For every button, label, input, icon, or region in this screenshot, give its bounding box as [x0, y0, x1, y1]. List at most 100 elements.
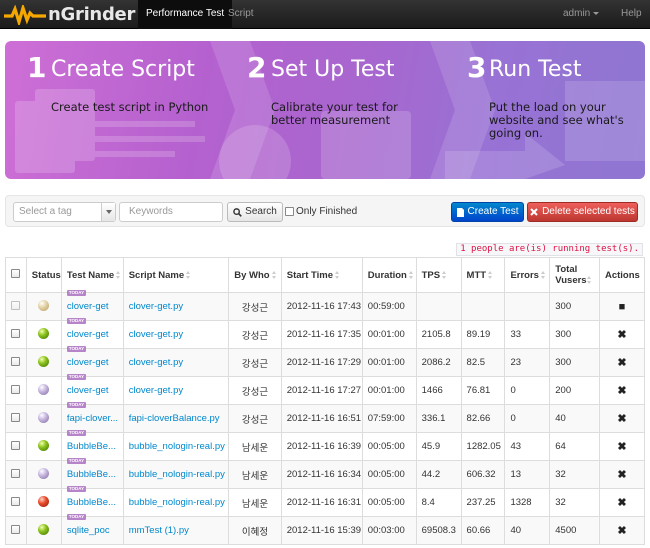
delete-test-button[interactable]: ✖: [617, 357, 626, 369]
tag-select[interactable]: Select a tag: [13, 202, 116, 222]
row-checkbox[interactable]: [11, 496, 21, 506]
test-name-cell[interactable]: TODAY BubbleBe...: [60, 458, 124, 489]
table-row[interactable]: TODAY sqlite_poc mmTest (1).py 이혜정 2012-11-1…: [5, 514, 646, 545]
delete-selected-button[interactable]: Delete selected tests: [527, 202, 638, 222]
row-checkbox[interactable]: [11, 356, 21, 366]
col-start-time[interactable]: Start Time: [280, 257, 363, 293]
status-error-icon[interactable]: [38, 495, 50, 507]
status-finished-icon[interactable]: [38, 523, 50, 535]
test-name-cell[interactable]: TODAY clover-get: [60, 290, 124, 321]
sort-icon[interactable]: [540, 270, 546, 279]
row-checkbox[interactable]: [11, 468, 21, 478]
script-name-cell[interactable]: clover-get.py: [122, 348, 230, 377]
row-select-cell[interactable]: [5, 488, 27, 517]
status-finished-icon[interactable]: [38, 327, 50, 339]
row-select-cell[interactable]: [5, 404, 27, 433]
sort-icon[interactable]: [271, 270, 277, 279]
row-checkbox[interactable]: [11, 300, 21, 310]
row-checkbox[interactable]: [11, 440, 21, 450]
test-name-cell[interactable]: TODAY BubbleBe...: [60, 430, 124, 461]
test-name-link[interactable]: fapi-clover...: [67, 413, 118, 424]
script-name-cell[interactable]: bubble_nologin-real.py: [122, 460, 230, 489]
script-name-link[interactable]: clover-get.py: [129, 385, 183, 396]
script-name-cell[interactable]: clover-get.py: [122, 292, 230, 321]
script-name-cell[interactable]: clover-get.py: [122, 376, 230, 405]
script-name-cell[interactable]: bubble_nologin-real.py: [122, 432, 230, 461]
col-script-name[interactable]: Script Name: [122, 257, 230, 293]
select-all-checkbox[interactable]: [11, 269, 21, 278]
col-duration[interactable]: Duration: [361, 257, 417, 293]
delete-test-button[interactable]: ✖: [617, 413, 626, 425]
status-finished-icon[interactable]: [38, 439, 50, 451]
script-name-link[interactable]: clover-get.py: [129, 329, 183, 340]
status-finished-icon[interactable]: [38, 355, 50, 367]
table-row[interactable]: TODAY clover-get clover-get.py 강성근 2012-11-1…: [5, 346, 646, 377]
status-canceled-icon[interactable]: [38, 467, 50, 479]
row-select-cell[interactable]: [5, 348, 27, 377]
sort-icon[interactable]: [186, 270, 191, 279]
brand-logo[interactable]: nGrinder: [4, 3, 135, 26]
test-name-cell[interactable]: TODAY BubbleBe...: [60, 486, 124, 517]
sort-icon[interactable]: [442, 270, 447, 279]
row-checkbox[interactable]: [11, 384, 21, 394]
col-tps[interactable]: TPS: [415, 257, 462, 293]
row-select-cell[interactable]: [5, 292, 27, 321]
test-name-link[interactable]: BubbleBe...: [67, 441, 116, 452]
test-name-cell[interactable]: TODAY clover-get: [60, 318, 124, 349]
delete-test-button[interactable]: ✖: [617, 329, 626, 341]
user-menu[interactable]: admin: [563, 0, 600, 29]
test-name-link[interactable]: clover-get: [67, 329, 109, 340]
col-errors[interactable]: Errors: [504, 257, 551, 293]
test-name-link[interactable]: sqlite_poc: [67, 525, 110, 536]
col-mtt[interactable]: MTT: [460, 257, 506, 293]
script-name-cell[interactable]: fapi-cloverBalance.py: [122, 404, 230, 433]
nav-help[interactable]: Help: [621, 0, 642, 29]
test-name-cell[interactable]: TODAY clover-get: [60, 346, 124, 377]
nav-performance-test[interactable]: Performance Test: [138, 0, 233, 29]
sort-icon[interactable]: [587, 276, 592, 285]
row-select-cell[interactable]: [5, 320, 27, 349]
table-row[interactable]: TODAY BubbleBe... bubble_nologin-real.py 남세…: [5, 486, 646, 517]
sort-icon[interactable]: [116, 270, 121, 279]
table-row[interactable]: TODAY clover-get clover-get.py 강성근 2012-11-1…: [5, 290, 646, 321]
delete-test-button[interactable]: ✖: [617, 525, 626, 537]
row-checkbox[interactable]: [11, 524, 21, 534]
only-finished-filter[interactable]: Only Finished: [285, 206, 357, 217]
status-canceled-icon[interactable]: [38, 411, 50, 423]
row-select-cell[interactable]: [5, 460, 27, 489]
script-name-link[interactable]: clover-get.py: [129, 357, 183, 368]
test-name-link[interactable]: clover-get: [67, 357, 109, 368]
chevron-down-icon[interactable]: [101, 203, 115, 221]
status-ready-icon[interactable]: [38, 299, 50, 311]
table-row[interactable]: TODAY clover-get clover-get.py 강성근 2012-11-1…: [5, 318, 646, 349]
keywords-input[interactable]: Keywords: [119, 202, 223, 222]
script-name-link[interactable]: clover-get.py: [129, 301, 183, 312]
select-all-header[interactable]: [5, 257, 27, 293]
script-name-link[interactable]: fapi-cloverBalance.py: [129, 413, 220, 424]
test-name-cell[interactable]: TODAY sqlite_poc: [60, 514, 124, 545]
row-checkbox[interactable]: [11, 328, 21, 338]
test-name-link[interactable]: clover-get: [67, 385, 109, 396]
script-name-link[interactable]: mmTest (1).py: [129, 525, 189, 536]
script-name-link[interactable]: bubble_nologin-real.py: [129, 441, 225, 452]
delete-test-button[interactable]: ✖: [617, 497, 626, 509]
sort-icon[interactable]: [335, 270, 340, 279]
nav-script[interactable]: Script: [228, 0, 254, 29]
table-row[interactable]: TODAY BubbleBe... bubble_nologin-real.py 남세…: [5, 430, 646, 461]
create-test-button[interactable]: Create Test: [451, 202, 524, 222]
delete-test-button[interactable]: ✖: [617, 469, 626, 481]
search-button[interactable]: Search: [227, 202, 283, 222]
test-name-link[interactable]: clover-get: [67, 301, 109, 312]
col-total-vusers[interactable]: Total Vusers: [549, 257, 600, 293]
row-select-cell[interactable]: [5, 376, 27, 405]
sort-icon[interactable]: [488, 270, 493, 279]
col-by-who[interactable]: By Who: [228, 257, 282, 293]
status-canceled-icon[interactable]: [38, 383, 50, 395]
row-select-cell[interactable]: [5, 516, 27, 545]
stop-test-button[interactable]: ■: [619, 301, 626, 313]
col-test-name[interactable]: Test Name: [60, 257, 124, 293]
delete-test-button[interactable]: ✖: [617, 441, 626, 453]
row-checkbox[interactable]: [11, 412, 21, 422]
script-name-link[interactable]: bubble_nologin-real.py: [129, 469, 225, 480]
table-row[interactable]: TODAY BubbleBe... bubble_nologin-real.py 남세…: [5, 458, 646, 489]
